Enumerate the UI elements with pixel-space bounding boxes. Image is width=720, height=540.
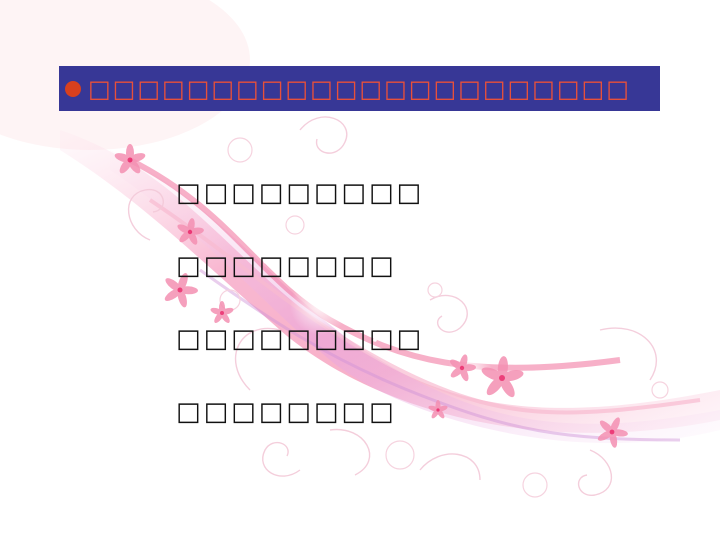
red-circle-bullet-icon <box>65 80 81 97</box>
slide-title: □□□□□□□□□□□□□□□□□□□□□□ <box>88 74 631 103</box>
body-line-4: □□□□□□□□ <box>176 397 397 427</box>
body-line-3: □□□□□□□□□ <box>176 324 425 354</box>
body-text-list: □□□□□□□□□ □□□□□□□□ □□□□□□□□□ □□□□□□□□ <box>176 180 596 472</box>
slide: □□□□□□□□□□□□□□□□□□□□□□ □□□□□□□□□ □□□□□□□… <box>0 0 720 540</box>
body-line-2: □□□□□□□□ <box>176 251 397 281</box>
title-bar: □□□□□□□□□□□□□□□□□□□□□□ <box>59 66 660 111</box>
body-line-1: □□□□□□□□□ <box>176 178 425 208</box>
